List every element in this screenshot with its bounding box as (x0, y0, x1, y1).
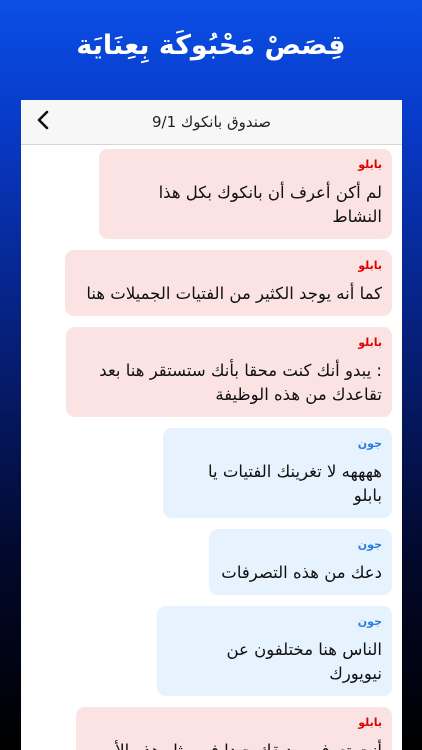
promo-title: قِصَصْ مَحْبُوكَة بِعِنَايَة (76, 30, 346, 61)
message-text: أنت تعرف صديقك جيدا في مثل هذه الأمور (88, 739, 382, 750)
chat-thread[interactable]: بابلو لم أكن أعرف أن بانكوك بكل هذا النش… (21, 149, 402, 750)
message-bubble: بابلو كما أنه يوجد الكثير من الفتيات الج… (65, 250, 392, 316)
message-bubble: جون الناس هنا مختلفون عن نيويورك (157, 606, 392, 696)
message-bubble: جون دعك من هذه التصرفات (209, 529, 392, 595)
message-bubble: جون ههههه لا تغرينك الفتيات يا بابلو (163, 428, 392, 518)
message-sender: جون (357, 615, 382, 628)
message-text: : يبدو أنك كنت محقا بأنك ستستقر هنا بعد … (99, 361, 382, 404)
navigation-bar: صندوق بانكوك 9/1 (21, 100, 402, 145)
chat-title: صندوق بانكوك 9/1 (151, 113, 271, 131)
message-bubble: بابلو لم أكن أعرف أن بانكوك بكل هذا النش… (99, 149, 392, 239)
message-bubble: بابلو : يبدو أنك كنت محقا بأنك ستستقر هن… (66, 327, 392, 417)
message-text: الناس هنا مختلفون عن نيويورك (226, 640, 382, 683)
message-text: ههههه لا تغرينك الفتيات يا بابلو (208, 462, 382, 505)
phone-screen: صندوق بانكوك 9/1 بابلو لم أكن أعرف أن با… (21, 100, 402, 750)
message-sender: بابلو (358, 259, 382, 272)
message-sender: بابلو (358, 158, 382, 171)
message-bubble: بابلو أنت تعرف صديقك جيدا في مثل هذه الأ… (76, 707, 392, 750)
message-sender: بابلو (358, 716, 382, 729)
message-sender: جون (357, 538, 382, 551)
message-sender: جون (357, 437, 382, 450)
message-text: لم أكن أعرف أن بانكوك بكل هذا النشاط (158, 183, 382, 226)
message-text: دعك من هذه التصرفات (221, 563, 382, 582)
message-sender: بابلو (358, 336, 382, 349)
message-text: كما أنه يوجد الكثير من الفتيات الجميلات … (86, 284, 382, 303)
